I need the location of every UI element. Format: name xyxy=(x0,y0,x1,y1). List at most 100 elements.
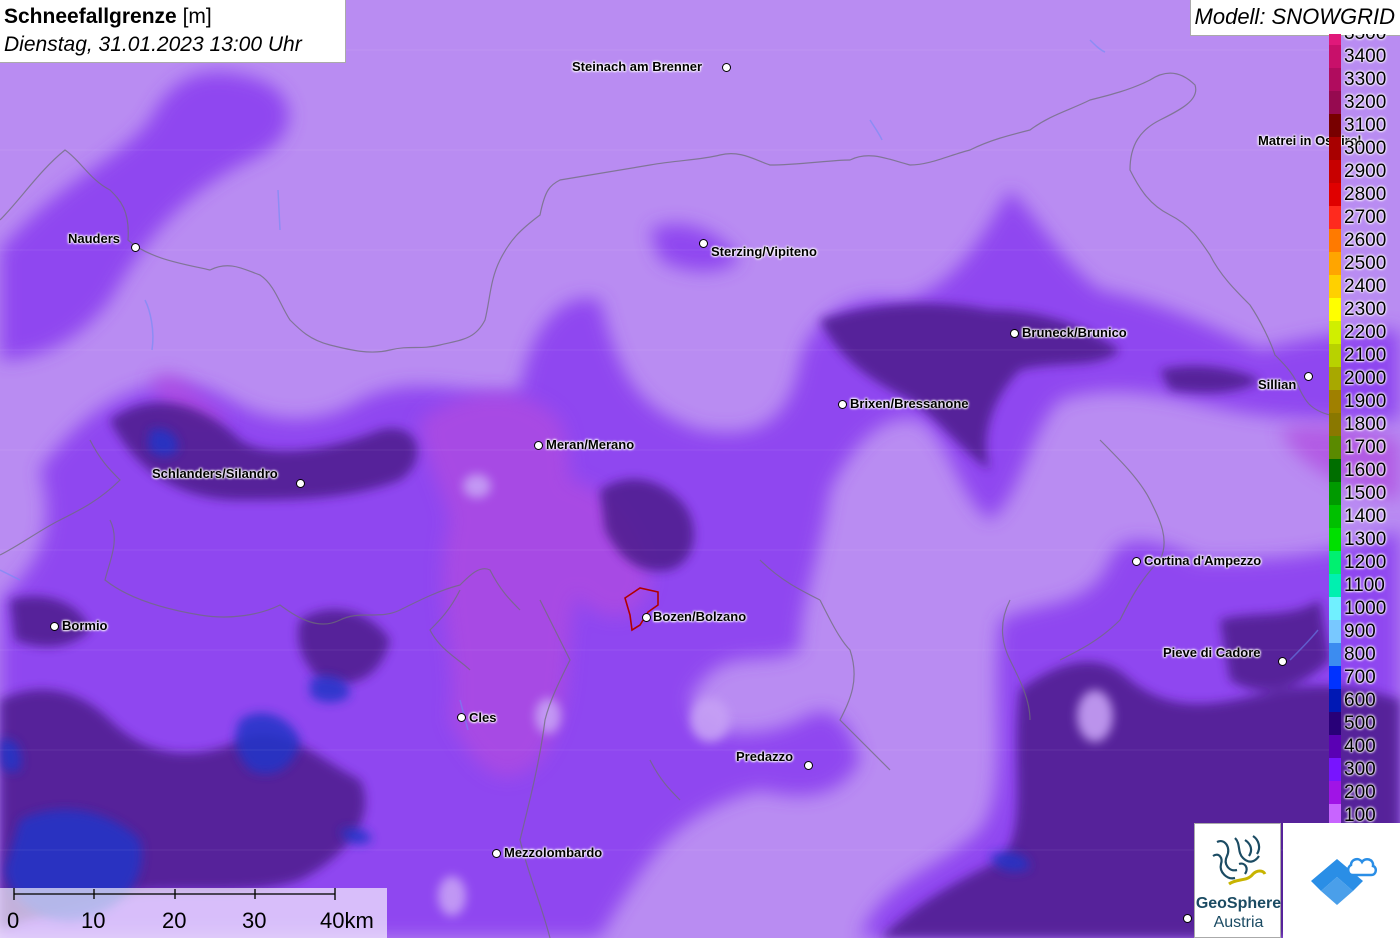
title-parameter: Schneefallgrenze xyxy=(4,5,177,28)
legend-label: 2500 xyxy=(1344,253,1387,274)
geosphere-logo[interactable]: GeoSphere Austria xyxy=(1194,823,1281,938)
legend-swatch xyxy=(1329,459,1341,482)
scale-label-30: 30 xyxy=(242,908,267,933)
city-dot xyxy=(1304,372,1313,381)
legend-row: 1200 xyxy=(1329,551,1400,574)
house-cloud-icon xyxy=(1311,857,1377,905)
city-dot xyxy=(50,622,59,631)
legend-swatch xyxy=(1329,344,1341,367)
legend-label: 1400 xyxy=(1344,506,1387,527)
city-label: Bozen/Bolzano xyxy=(653,609,747,624)
legend-swatch xyxy=(1329,436,1341,459)
legend-swatch xyxy=(1329,666,1341,689)
legend-swatch xyxy=(1329,206,1341,229)
city-label: Nauders xyxy=(68,231,121,246)
legend-label: 1900 xyxy=(1344,391,1387,412)
legend-row: 3300 xyxy=(1329,68,1400,91)
legend-row: 2400 xyxy=(1329,275,1400,298)
map-title: Schneefallgrenze [m] xyxy=(4,3,345,31)
legend-label: 200 xyxy=(1344,782,1376,803)
legend-row: 3500 xyxy=(1329,34,1400,45)
legend-swatch xyxy=(1329,367,1341,390)
legend-row: 700 xyxy=(1329,666,1400,689)
city-dot xyxy=(722,63,731,72)
legend-row: 900 xyxy=(1329,620,1400,643)
legend-swatch xyxy=(1329,574,1341,597)
legend-label: 2700 xyxy=(1344,207,1387,228)
legend-label: 2200 xyxy=(1344,322,1387,343)
legend-row: 2100 xyxy=(1329,344,1400,367)
legend-row: 1100 xyxy=(1329,574,1400,597)
legend-label: 1300 xyxy=(1344,529,1387,550)
legend-swatch xyxy=(1329,643,1341,666)
legend-label: 2300 xyxy=(1344,299,1387,320)
legend-label: 1000 xyxy=(1344,598,1387,619)
legend-row: 1800 xyxy=(1329,413,1400,436)
city-label: Steinach am Brenner xyxy=(572,59,703,74)
legend-row: 200 xyxy=(1329,781,1400,804)
legend-label: 3100 xyxy=(1344,115,1387,136)
city-label: Meran/Merano xyxy=(546,437,635,452)
city-dot xyxy=(699,239,708,248)
legend-swatch xyxy=(1329,413,1341,436)
legend-label: 2000 xyxy=(1344,368,1387,389)
legend-row: 3000 xyxy=(1329,137,1400,160)
scale-label-0: 0 xyxy=(7,908,20,933)
legend-swatch xyxy=(1329,34,1341,45)
legend-label: 1700 xyxy=(1344,437,1387,458)
legend-row: 1500 xyxy=(1329,482,1400,505)
legend-row: 1400 xyxy=(1329,505,1400,528)
legend-row: 2900 xyxy=(1329,160,1400,183)
legend-label: 3200 xyxy=(1344,92,1387,113)
city-label: Mezzolombardo xyxy=(504,845,603,860)
legend-label: 1100 xyxy=(1344,575,1385,596)
legend-row: 2000 xyxy=(1329,367,1400,390)
legend-row: 1700 xyxy=(1329,436,1400,459)
legend-swatch xyxy=(1329,528,1341,551)
legend-swatch xyxy=(1329,735,1341,758)
scale-bar-labels: 0 10 20 30 40km xyxy=(0,888,387,938)
legend-label: 1600 xyxy=(1344,460,1387,481)
legend-swatch xyxy=(1329,689,1341,712)
legend-swatch xyxy=(1329,804,1341,824)
city-label: Bormio xyxy=(62,618,108,633)
legend-swatch xyxy=(1329,275,1341,298)
app-logo[interactable] xyxy=(1283,823,1400,938)
legend-swatch xyxy=(1329,229,1341,252)
legend-swatch xyxy=(1329,183,1341,206)
legend-swatch xyxy=(1329,620,1341,643)
legend-row: 1900 xyxy=(1329,390,1400,413)
legend-swatch xyxy=(1329,597,1341,620)
legend-label: 100 xyxy=(1344,805,1376,824)
legend-swatch xyxy=(1329,137,1341,160)
legend-label: 3400 xyxy=(1344,46,1387,67)
legend-row: 400 xyxy=(1329,735,1400,758)
legend-swatch xyxy=(1329,114,1341,137)
legend-label: 3300 xyxy=(1344,69,1387,90)
legend-label: 1500 xyxy=(1344,483,1387,504)
legend-swatch xyxy=(1329,91,1341,114)
city-dot xyxy=(1183,914,1192,923)
model-label: Modell: SNOWGRID xyxy=(1189,0,1400,36)
city-label: Predazzo xyxy=(736,749,794,764)
geosphere-logo-line2: Austria xyxy=(1213,914,1264,931)
city-dot xyxy=(642,613,651,622)
legend-label: 1800 xyxy=(1344,414,1387,435)
legend-row: 2800 xyxy=(1329,183,1400,206)
legend-label: 500 xyxy=(1344,713,1376,734)
legend-label: 300 xyxy=(1344,759,1376,780)
city-label: Sterzing/Vipiteno xyxy=(711,244,817,259)
city-dot xyxy=(804,761,813,770)
city-dot xyxy=(1278,657,1287,666)
legend-row: 600 xyxy=(1329,689,1400,712)
legend-label: 2400 xyxy=(1344,276,1387,297)
city-label: Cortina d'Ampezzo xyxy=(1144,553,1262,568)
legend-label: 400 xyxy=(1344,736,1376,757)
legend-swatch xyxy=(1329,482,1341,505)
legend-swatch xyxy=(1329,321,1341,344)
city-dot xyxy=(838,400,847,409)
title-unit: [m] xyxy=(176,5,212,28)
legend-label: 800 xyxy=(1344,644,1376,665)
legend-row: 300 xyxy=(1329,758,1400,781)
legend-label: 600 xyxy=(1344,690,1376,711)
